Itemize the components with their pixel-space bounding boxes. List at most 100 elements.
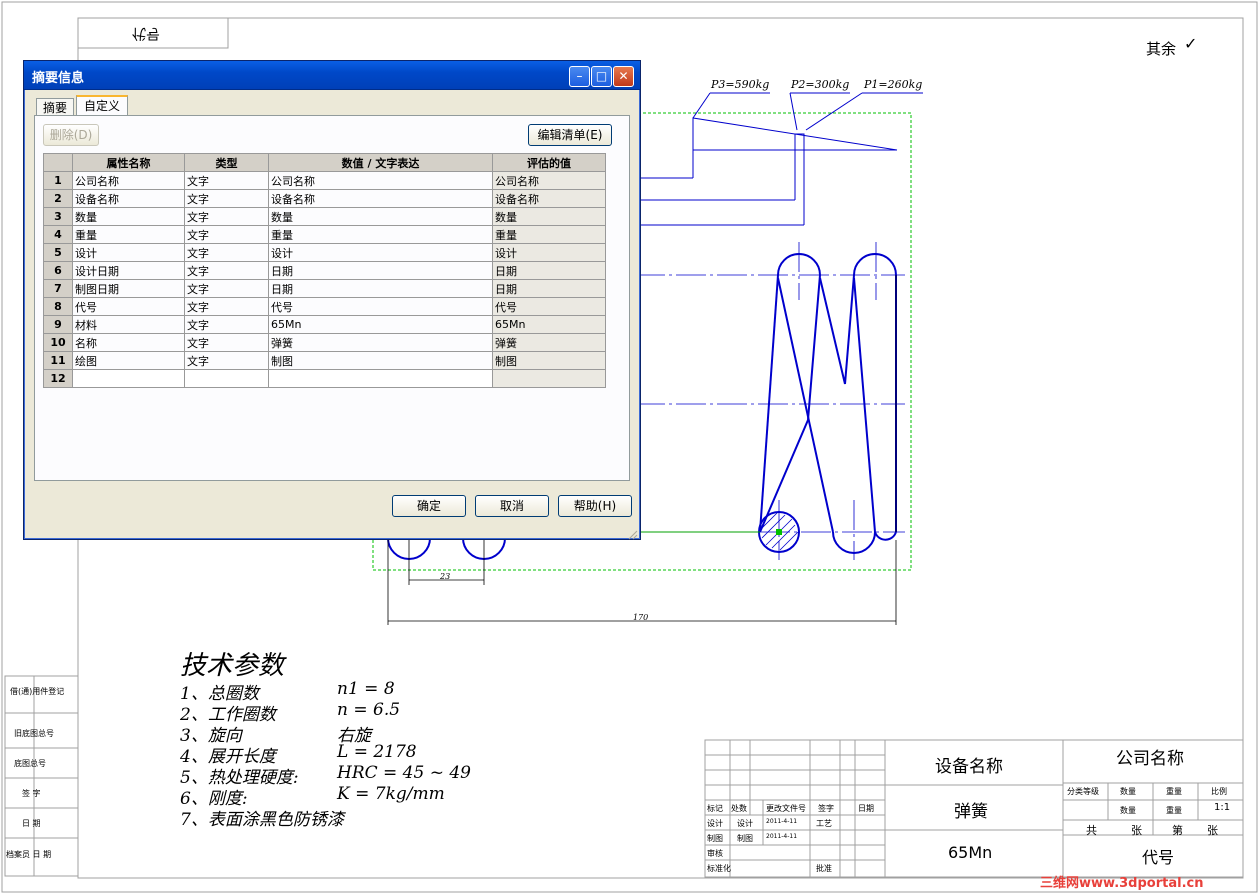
type-cell[interactable]: 文字 bbox=[184, 297, 269, 316]
maximize-icon[interactable]: □ bbox=[591, 66, 612, 87]
edit-list-button[interactable]: 编辑清单(E) bbox=[528, 124, 612, 146]
evaluated-value-cell: 弹簧 bbox=[492, 333, 606, 352]
table-row-new[interactable]: 12 bbox=[43, 369, 606, 388]
tech-param-value: HRC = 45 ~ 49 bbox=[337, 763, 471, 783]
resize-grip-icon[interactable] bbox=[626, 525, 638, 540]
expression-cell[interactable]: 日期 bbox=[268, 279, 493, 298]
roughness-check-icon: ✓ bbox=[1184, 34, 1198, 53]
strip-label: 底图总号 bbox=[14, 759, 46, 768]
table-row[interactable]: 9 材料 文字 65Mn 65Mn bbox=[43, 315, 606, 334]
expression-cell[interactable]: 重量 bbox=[268, 225, 493, 244]
row-number: 3 bbox=[43, 207, 73, 226]
table-row[interactable]: 7 制图日期 文字 日期 日期 bbox=[43, 279, 606, 298]
expression-cell[interactable]: 制图 bbox=[268, 351, 493, 370]
ok-button[interactable]: 确定 bbox=[392, 495, 466, 517]
table-row[interactable]: 10 名称 文字 弹簧 弹簧 bbox=[43, 333, 606, 352]
type-cell[interactable]: 文字 bbox=[184, 351, 269, 370]
expression-cell[interactable]: 设备名称 bbox=[268, 189, 493, 208]
table-row[interactable]: 2 设备名称 文字 设备名称 设备名称 bbox=[43, 189, 606, 208]
property-name-cell[interactable]: 绘图 bbox=[72, 351, 185, 370]
tech-param-label: 7、表面涂黑色防锈漆 bbox=[180, 810, 344, 830]
device-name: 设备名称 bbox=[935, 757, 1003, 777]
close-icon[interactable]: ✕ bbox=[613, 66, 634, 87]
property-name-cell[interactable]: 设计 bbox=[72, 243, 185, 262]
evaluated-value-cell: 65Mn bbox=[492, 315, 606, 334]
tech-param-value: K = 7kg/mm bbox=[337, 784, 445, 804]
corner-cell bbox=[43, 153, 73, 172]
sign-cell: 批准 bbox=[816, 864, 832, 873]
property-name-cell[interactable] bbox=[72, 369, 185, 388]
expression-cell[interactable]: 代号 bbox=[268, 297, 493, 316]
row-number: 8 bbox=[43, 297, 73, 316]
type-cell[interactable]: 文字 bbox=[184, 315, 269, 334]
type-cell[interactable]: 文字 bbox=[184, 333, 269, 352]
type-cell[interactable]: 文字 bbox=[184, 243, 269, 262]
table-row[interactable]: 5 设计 文字 设计 设计 bbox=[43, 243, 606, 262]
evaluated-value-cell: 日期 bbox=[492, 279, 606, 298]
evaluated-value-cell: 制图 bbox=[492, 351, 606, 370]
property-name-cell[interactable]: 公司名称 bbox=[72, 171, 185, 190]
sign-cell: 标记 bbox=[707, 804, 723, 813]
property-name-cell[interactable]: 代号 bbox=[72, 297, 185, 316]
expression-cell[interactable]: 公司名称 bbox=[268, 171, 493, 190]
dialog-titlebar[interactable]: 摘要信息 – □ ✕ bbox=[24, 61, 640, 90]
type-cell[interactable]: 文字 bbox=[184, 189, 269, 208]
col-header[interactable]: 评估的值 bbox=[492, 153, 606, 172]
table-row[interactable]: 6 设计日期 文字 日期 日期 bbox=[43, 261, 606, 280]
property-name-cell[interactable]: 设备名称 bbox=[72, 189, 185, 208]
sign-cell: 设计 bbox=[737, 819, 753, 828]
expression-cell[interactable]: 65Mn bbox=[268, 315, 493, 334]
tech-param-value: L = 2178 bbox=[337, 742, 417, 762]
type-cell[interactable]: 文字 bbox=[184, 207, 269, 226]
expression-cell[interactable]: 数量 bbox=[268, 207, 493, 226]
type-cell[interactable]: 文字 bbox=[184, 225, 269, 244]
expression-cell[interactable]: 日期 bbox=[268, 261, 493, 280]
evaluated-value-cell: 数量 bbox=[492, 207, 606, 226]
row-number: 11 bbox=[43, 351, 73, 370]
delete-button[interactable]: 删除(D) bbox=[43, 124, 99, 146]
tb-header: 重量 bbox=[1166, 787, 1182, 796]
sign-cell: 更改文件号 bbox=[766, 804, 806, 813]
type-cell[interactable]: 文字 bbox=[184, 279, 269, 298]
row-number: 9 bbox=[43, 315, 73, 334]
row-number: 1 bbox=[43, 171, 73, 190]
drawing-code: 代号 bbox=[1142, 848, 1175, 867]
tab-custom[interactable]: 自定义 bbox=[76, 95, 128, 116]
table-header-row: 属性名称 类型 数值 / 文字表达 评估的值 bbox=[43, 153, 606, 172]
type-cell[interactable] bbox=[184, 369, 269, 388]
load-p3: P3=590kg bbox=[711, 78, 770, 91]
expression-cell[interactable] bbox=[268, 369, 493, 388]
strip-label: 借(通)用件登记 bbox=[10, 687, 65, 696]
table-row[interactable]: 3 数量 文字 数量 数量 bbox=[43, 207, 606, 226]
minimize-icon[interactable]: – bbox=[569, 66, 590, 87]
table-row[interactable]: 11 绘图 文字 制图 制图 bbox=[43, 351, 606, 370]
tb-sheets: 共 bbox=[1086, 824, 1097, 837]
table-row[interactable]: 4 重量 文字 重量 重量 bbox=[43, 225, 606, 244]
property-name-cell[interactable]: 名称 bbox=[72, 333, 185, 352]
type-cell[interactable]: 文字 bbox=[184, 171, 269, 190]
property-name-cell[interactable]: 制图日期 bbox=[72, 279, 185, 298]
row-number: 5 bbox=[43, 243, 73, 262]
cancel-button[interactable]: 取消 bbox=[475, 495, 549, 517]
sign-cell: 审核 bbox=[707, 849, 723, 858]
property-name-cell[interactable]: 数量 bbox=[72, 207, 185, 226]
property-name-cell[interactable]: 设计日期 bbox=[72, 261, 185, 280]
mirrored-code-label: 代号 bbox=[132, 25, 160, 41]
col-header[interactable]: 属性名称 bbox=[72, 153, 185, 172]
dim-pitch: 23 bbox=[440, 572, 451, 581]
table-row[interactable]: 8 代号 文字 代号 代号 bbox=[43, 297, 606, 316]
roughness-label: 其余 bbox=[1146, 40, 1177, 58]
tb-header: 比例 bbox=[1211, 787, 1227, 796]
expression-cell[interactable]: 设计 bbox=[268, 243, 493, 262]
evaluated-value-cell: 日期 bbox=[492, 261, 606, 280]
col-header[interactable]: 类型 bbox=[184, 153, 269, 172]
table-row[interactable]: 1 公司名称 文字 公司名称 公司名称 bbox=[43, 171, 606, 190]
help-button[interactable]: 帮助(H) bbox=[558, 495, 632, 517]
expression-cell[interactable]: 弹簧 bbox=[268, 333, 493, 352]
watermark-logo: 三维网www.3dportal.cn bbox=[1040, 876, 1204, 891]
summary-info-dialog: 摘要信息 – □ ✕ 摘要 自定义 删除(D) 编辑清单(E) 属性名称 类型 … bbox=[23, 60, 641, 540]
property-name-cell[interactable]: 材料 bbox=[72, 315, 185, 334]
type-cell[interactable]: 文字 bbox=[184, 261, 269, 280]
property-name-cell[interactable]: 重量 bbox=[72, 225, 185, 244]
col-header[interactable]: 数值 / 文字表达 bbox=[268, 153, 493, 172]
